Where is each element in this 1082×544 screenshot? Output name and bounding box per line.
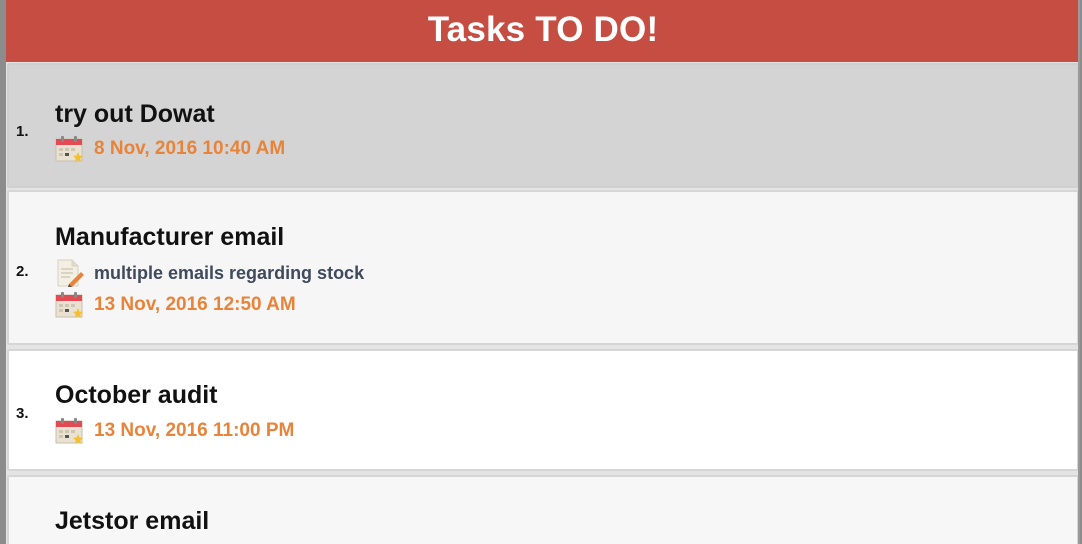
task-item-1[interactable]: 1. try out Dowat 8 Nov, 2016 10:40 AM [7, 63, 1079, 188]
task-list-app: Tasks TO DO! 1. try out Dowat 8 Nov, 201… [6, 0, 1080, 544]
task-number: 3. [16, 405, 29, 422]
task-number: 2. [16, 263, 29, 280]
calendar-icon [55, 417, 85, 445]
task-date-row: 8 Nov, 2016 10:40 AM [55, 135, 285, 163]
task-title: Jetstor email [55, 507, 210, 535]
calendar-icon [55, 291, 85, 319]
task-title: October audit [55, 381, 218, 409]
task-note-row: multiple emails regarding stock [55, 259, 364, 287]
task-title: try out Dowat [55, 100, 215, 128]
task-date-row: 13 Nov, 2016 11:00 PM [55, 417, 294, 445]
task-title: Manufacturer email [55, 223, 285, 251]
task-date: 13 Nov, 2016 12:50 AM [94, 294, 296, 315]
task-item-3[interactable]: 3. October audit 13 Nov, 2016 11:00 PM [7, 349, 1079, 471]
task-number: 1. [16, 123, 29, 140]
page-title: Tasks TO DO! [427, 9, 659, 49]
note-icon [55, 259, 85, 287]
header-bar: Tasks TO DO! [6, 0, 1080, 62]
task-date: 13 Nov, 2016 11:00 PM [94, 420, 295, 441]
task-item-2[interactable]: 2. Manufacturer email multiple emails re… [7, 190, 1079, 345]
task-item-4[interactable]: Jetstor email [7, 475, 1079, 544]
calendar-icon [55, 135, 85, 163]
task-note: multiple emails regarding stock [94, 262, 365, 283]
task-date-row: 13 Nov, 2016 12:50 AM [55, 291, 296, 319]
scrollbar-edge[interactable] [1078, 0, 1080, 544]
task-date: 8 Nov, 2016 10:40 AM [94, 138, 286, 159]
